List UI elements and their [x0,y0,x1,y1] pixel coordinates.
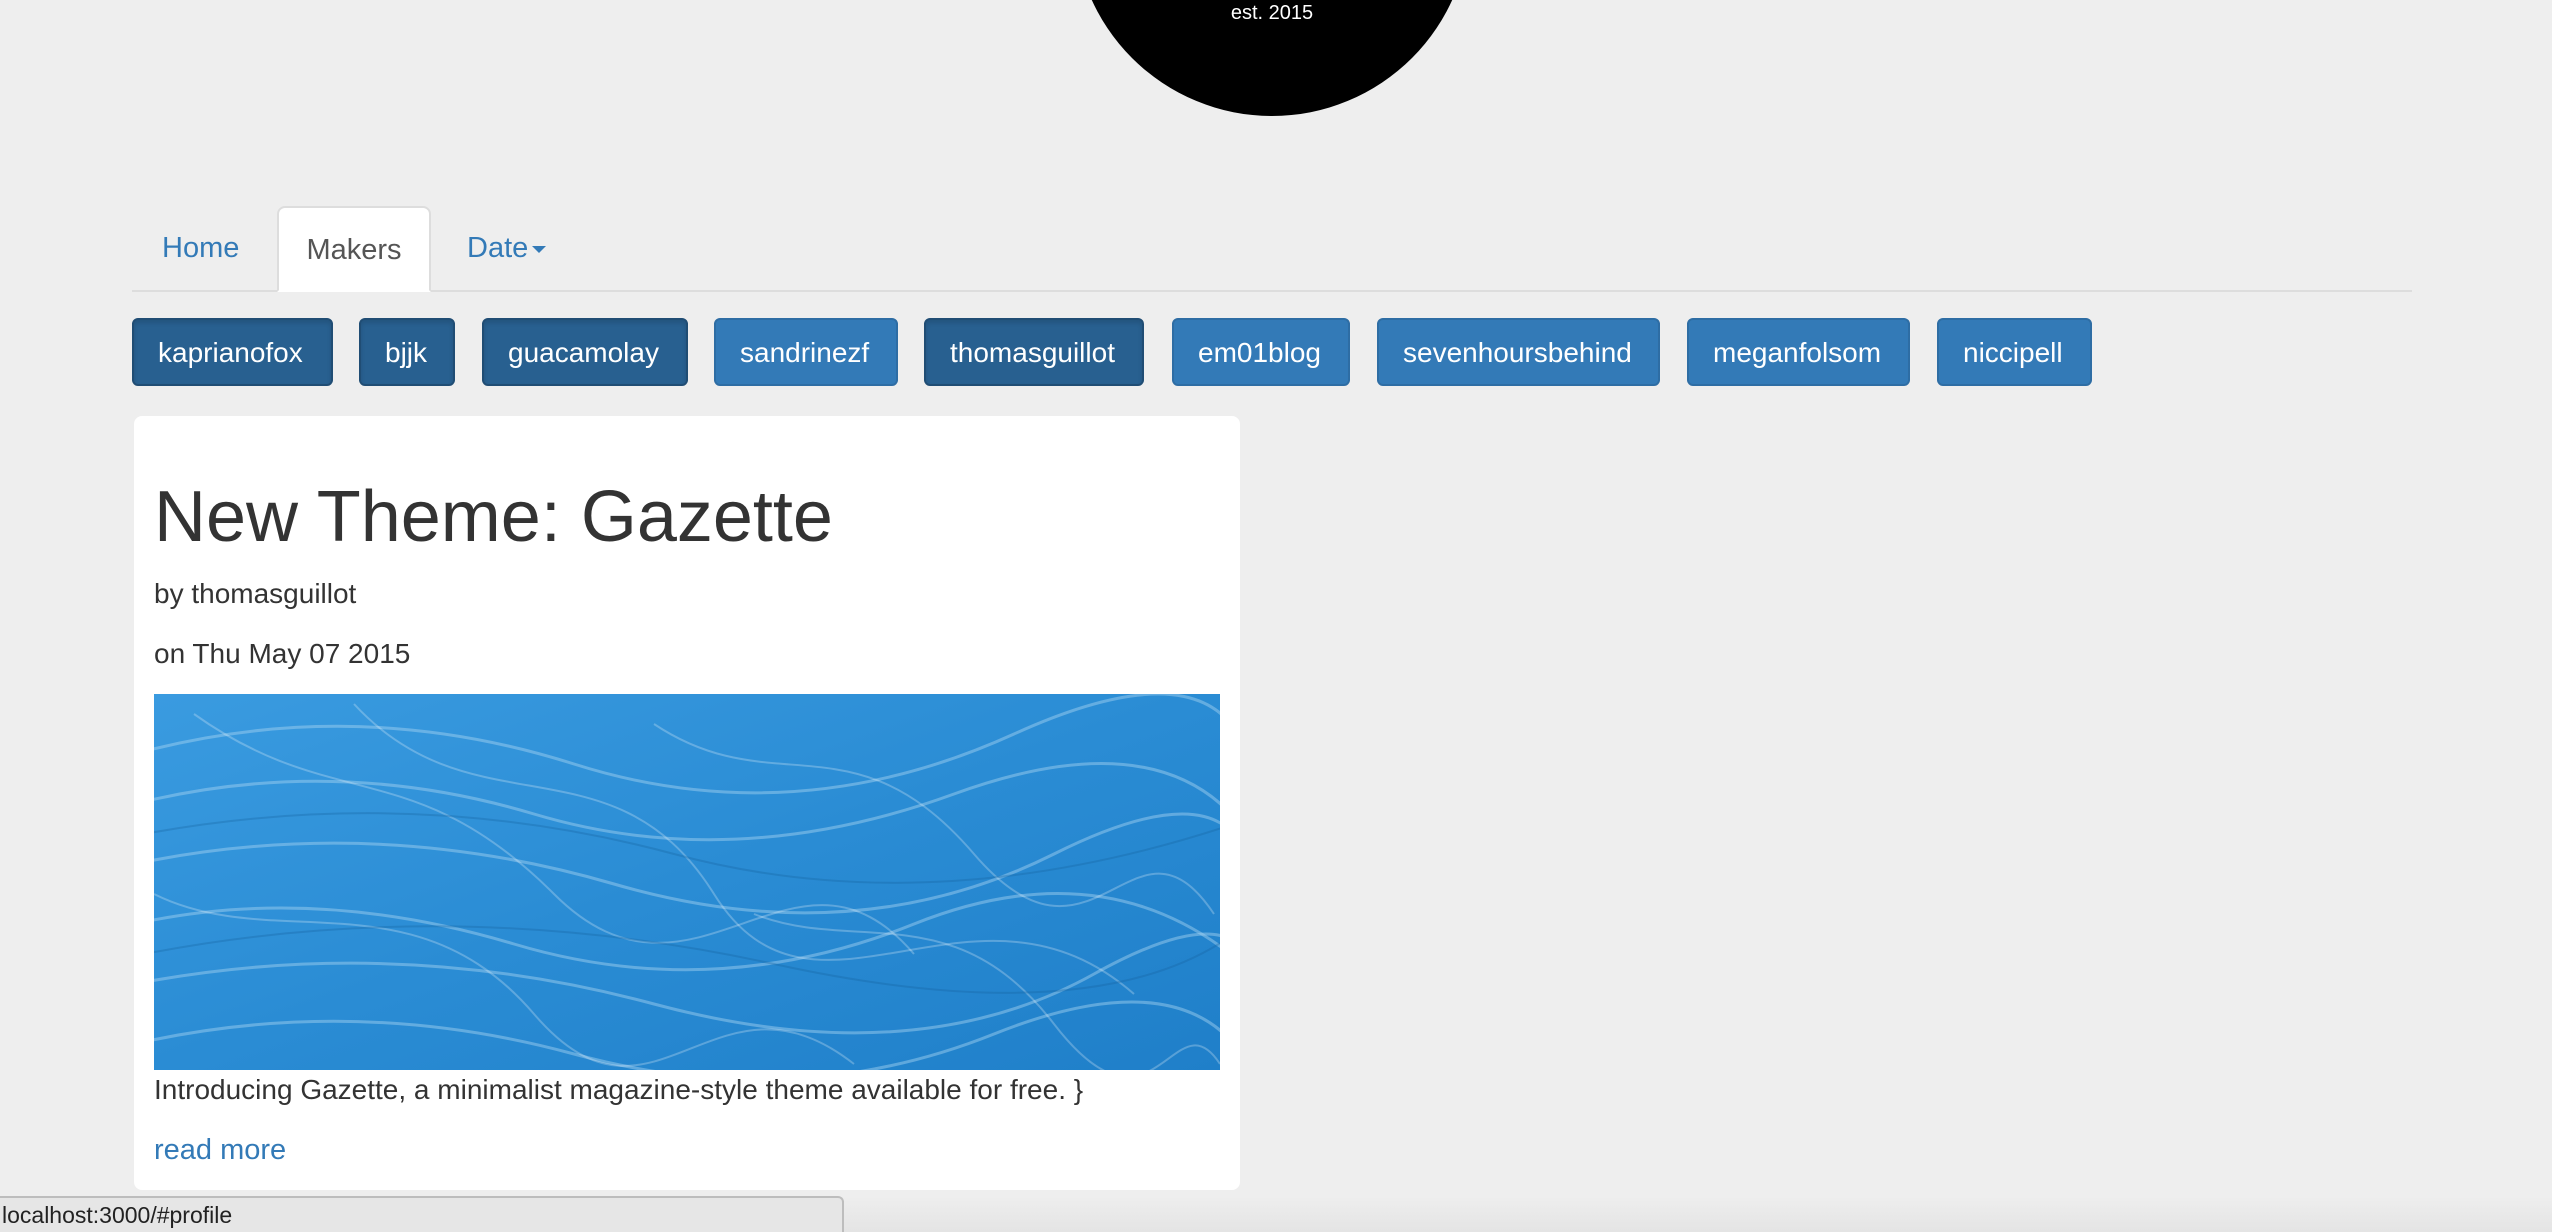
post-hero-image [154,694,1220,1070]
bottom-shade [844,1196,2552,1232]
maker-button-label: em01blog [1198,337,1321,368]
maker-button-sevenhoursbehind[interactable]: sevenhoursbehind [1377,318,1660,386]
maker-button-label: guacamolay [508,337,659,368]
maker-button-label: thomasguillot [950,337,1115,368]
maker-button-thomasguillot[interactable]: thomasguillot [924,318,1144,386]
post-date: on Thu May 07 2015 [154,638,411,669]
tab-home[interactable]: Home [132,206,269,290]
maker-button-label: bjjk [385,337,428,368]
maker-button-label: niccipell [1963,337,2063,368]
status-url: localhost:3000/#profile [2,1202,233,1228]
maker-button-em01blog[interactable]: em01blog [1172,318,1350,386]
tab-date-dropdown[interactable]: Date [437,206,576,290]
site-logo: est. 2015 [1074,0,1470,116]
post-author: by thomasguillot [154,578,357,609]
post-title: New Theme: Gazette [154,477,833,557]
post-card: New Theme: Gazette by thomasguillot on T… [134,416,1240,1190]
tab-date-label: Date [467,232,529,264]
tab-makers[interactable]: Makers [277,206,431,292]
maker-button-meganfolsom[interactable]: meganfolsom [1687,318,1910,386]
maker-button-label: sandrinezf [740,337,870,368]
maker-button-label: sevenhoursbehind [1403,337,1632,368]
maker-button-guacamolay[interactable]: guacamolay [482,318,688,386]
maker-button-bjjk[interactable]: bjjk [359,318,455,386]
maker-button-label: kaprianofox [158,337,303,368]
tab-home-label: Home [162,232,240,264]
tab-makers-label: Makers [306,234,402,266]
post-excerpt: Introducing Gazette, a minimalist magazi… [154,1074,1084,1105]
caret-down-icon [532,245,547,253]
browser-status-bar: localhost:3000/#profile [0,1196,844,1232]
logo-est-text: est. 2015 [1230,2,1314,24]
maker-button-sandrinezf[interactable]: sandrinezf [714,318,898,386]
read-more-link[interactable]: read more [154,1134,286,1167]
maker-button-niccipell[interactable]: niccipell [1937,318,2092,386]
maker-button-label: meganfolsom [1713,337,1882,368]
maker-button-kaprianofox[interactable]: kaprianofox [132,318,333,386]
nav-tabs: Home Makers Date [132,206,2412,292]
